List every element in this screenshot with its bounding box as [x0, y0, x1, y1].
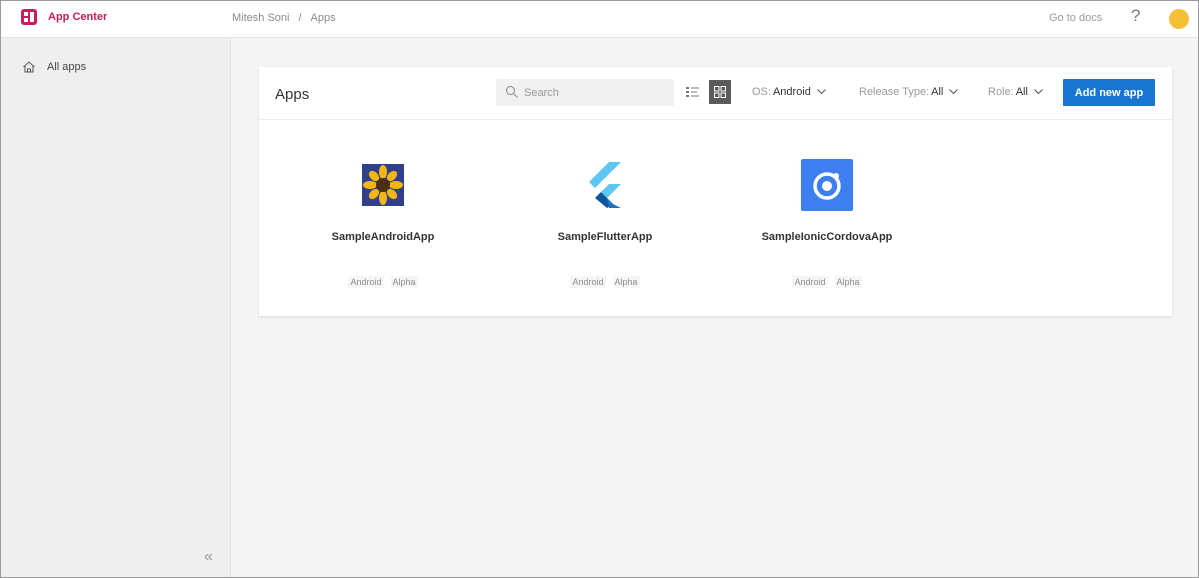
sidebar: All apps « [1, 38, 231, 577]
release-type-filter-dropdown[interactable]: Release Type: All [859, 86, 959, 98]
breadcrumb-separator: / [298, 12, 302, 24]
release-type-filter-label: Release Type: [859, 86, 930, 98]
app-name: SampleFlutterApp [557, 231, 653, 243]
ionic-icon [801, 159, 853, 211]
os-tag: Android [792, 276, 828, 288]
search-icon [506, 86, 518, 98]
collapse-sidebar-icon[interactable]: « [204, 548, 213, 566]
app-name: SampleIonicCordovaApp [761, 231, 893, 243]
os-filter-dropdown[interactable]: OS: Android [752, 86, 826, 98]
release-tag: Alpha [612, 276, 640, 288]
os-tag: Android [570, 276, 606, 288]
chevron-down-icon [1034, 89, 1043, 95]
app-tags: Android Alpha [283, 276, 483, 288]
chevron-down-icon [949, 89, 959, 95]
search-box[interactable] [496, 79, 674, 106]
release-type-filter-value: All [931, 86, 944, 98]
brand[interactable]: App Center [21, 9, 107, 25]
list-view-button[interactable] [682, 80, 704, 104]
home-icon [23, 61, 35, 73]
role-filter-dropdown[interactable]: Role: All [988, 86, 1043, 98]
sunflower-icon [357, 159, 409, 211]
breadcrumb: Mitesh Soni / Apps [232, 12, 336, 24]
sidebar-item-label: All apps [47, 61, 87, 73]
app-name: SampleAndroidApp [331, 231, 435, 243]
app-tags: Android Alpha [505, 276, 705, 288]
app-center-logo-icon [21, 9, 37, 25]
list-view-icon [686, 87, 699, 97]
apps-card-header: Apps Search OS: Android Release Type: Al… [259, 67, 1172, 120]
app-tile[interactable]: SampleIonicCordovaApp Android Alpha [727, 159, 927, 288]
role-filter-label: Role: [988, 86, 1014, 98]
os-filter-label: OS: [752, 86, 771, 98]
app-tile[interactable]: SampleAndroidApp Android Alpha [283, 159, 483, 288]
go-to-docs-link[interactable]: Go to docs [1049, 12, 1102, 24]
avatar[interactable] [1169, 9, 1189, 29]
top-bar: App Center Mitesh Soni / Apps Go to docs… [1, 1, 1198, 38]
chevron-down-icon [817, 89, 826, 95]
release-tag: Alpha [834, 276, 862, 288]
add-new-app-button[interactable]: Add new app [1063, 79, 1155, 106]
release-tag: Alpha [390, 276, 418, 288]
breadcrumb-owner[interactable]: Mitesh Soni [232, 12, 289, 24]
os-filter-value: Android [772, 86, 811, 98]
app-tile[interactable]: SampleFlutterApp Android Alpha [505, 159, 705, 288]
sidebar-item-all-apps[interactable]: All apps [22, 60, 86, 74]
grid-view-button[interactable] [709, 80, 731, 104]
app-tags: Android Alpha [727, 276, 927, 288]
help-icon[interactable]: ? [1131, 6, 1140, 26]
search-input[interactable] [524, 79, 669, 106]
page-title: Apps [275, 86, 310, 103]
grid-view-icon [714, 86, 726, 98]
flutter-icon [579, 159, 631, 211]
role-filter-value: All [1015, 86, 1028, 98]
breadcrumb-apps[interactable]: Apps [311, 12, 336, 24]
os-tag: Android [348, 276, 384, 288]
apps-card: Apps Search OS: Android Release Type: Al… [259, 67, 1172, 316]
app-center-title: App Center [48, 11, 108, 23]
